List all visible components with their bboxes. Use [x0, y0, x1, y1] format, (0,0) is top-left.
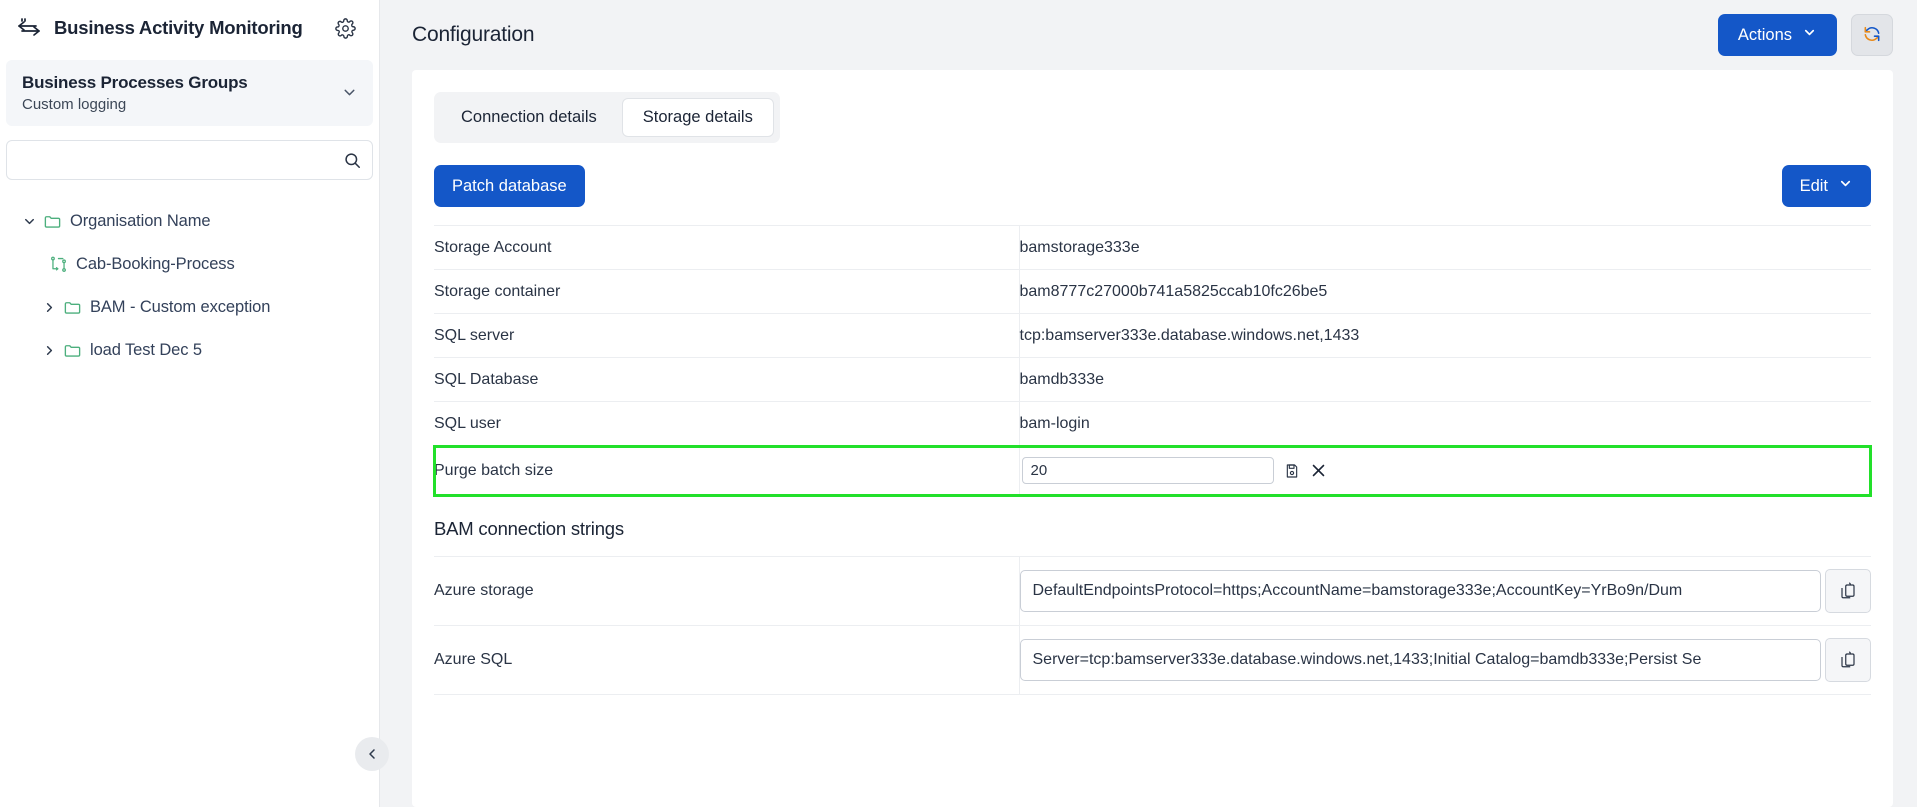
tree-item-bam-custom-exception[interactable]: BAM - Custom exception [0, 286, 379, 329]
save-icon[interactable] [1284, 463, 1300, 479]
azure-sql-connection-input[interactable] [1019, 639, 1821, 681]
tree-item-label: load Test Dec 5 [90, 341, 202, 360]
row-key: Purge batch size [434, 445, 1020, 496]
business-process-group-selector[interactable]: Business Processes Groups Custom logging [6, 60, 373, 127]
process-tree: Organisation Name Cab-Booking-Process BA… [0, 200, 379, 372]
table-row: Storage container bam8777c27000b741a5825… [434, 269, 1871, 314]
edit-button[interactable]: Edit [1781, 165, 1871, 207]
tab-connection-details[interactable]: Connection details [440, 98, 618, 137]
row-key: Azure SQL [434, 625, 1020, 695]
row-key: SQL Database [434, 357, 1020, 402]
table-row: SQL user bam-login [434, 401, 1871, 446]
folder-icon [40, 211, 64, 233]
chevron-down-icon [1802, 25, 1817, 45]
toolbar: Patch database Edit [434, 165, 1871, 207]
app-root: Business Activity Monitoring Business Pr… [0, 0, 1917, 807]
group-title: Business Processes Groups [22, 73, 248, 92]
search-icon[interactable] [341, 149, 363, 171]
row-value [1019, 557, 1871, 626]
search-container [6, 140, 373, 181]
table-row: SQL Database bamdb333e [434, 357, 1871, 402]
tab-storage-details[interactable]: Storage details [621, 98, 774, 137]
table-row: Azure SQL [434, 625, 1871, 695]
row-value [1019, 626, 1871, 695]
table-row: Storage Account bamstorage333e [434, 225, 1871, 270]
folder-icon [60, 340, 84, 362]
refresh-icon [1862, 24, 1882, 47]
tree-item-label: Organisation Name [70, 212, 211, 231]
connection-string-group [1019, 638, 1871, 682]
row-value: bam8777c27000b741a5825ccab10fc26be5 [1019, 282, 1328, 300]
row-key: SQL user [434, 401, 1020, 446]
configuration-card: Connection details Storage details Patch… [412, 70, 1893, 807]
group-subtitle: Custom logging [22, 96, 127, 114]
sidebar: Business Activity Monitoring Business Pr… [0, 0, 389, 807]
table-row: SQL server tcp:bamserver333e.database.wi… [434, 313, 1871, 358]
row-key: Storage container [434, 269, 1020, 314]
tab-bar: Connection details Storage details [434, 92, 780, 143]
page-title: Configuration [412, 23, 535, 46]
bam-logo-icon [16, 15, 42, 41]
purge-batch-size-row: Purge batch size [433, 444, 1872, 497]
tree-item-label: BAM - Custom exception [90, 298, 271, 317]
storage-details-table: Storage Account bamstorage333e Storage c… [433, 225, 1872, 497]
row-value-editor [1019, 446, 1871, 496]
tree-item-cab-booking-process[interactable]: Cab-Booking-Process [0, 243, 379, 286]
row-value: bam-login [1019, 414, 1090, 432]
brand-title: Business Activity Monitoring [54, 17, 303, 38]
purge-batch-size-input[interactable] [1021, 457, 1274, 484]
process-icon [46, 254, 70, 276]
search-input[interactable] [6, 140, 373, 181]
row-value: bamstorage333e [1019, 238, 1140, 256]
actions-button-label: Actions [1737, 25, 1792, 44]
chevron-right-icon[interactable] [38, 340, 60, 362]
tree-item-load-test-dec-5[interactable]: load Test Dec 5 [0, 329, 379, 372]
folder-icon [60, 297, 84, 319]
row-key: Storage Account [434, 225, 1020, 270]
connection-strings-title: BAM connection strings [434, 518, 624, 539]
row-value: tcp:bamserver333e.database.windows.net,1… [1019, 326, 1360, 344]
chevron-down-icon [1838, 176, 1853, 196]
sidebar-collapse-button[interactable] [355, 737, 389, 771]
main-panel: Configuration Actions Connection details… [380, 0, 1917, 807]
page-header: Configuration Actions [380, 0, 1917, 70]
tree-item-organisation-name[interactable]: Organisation Name [0, 200, 379, 243]
chevron-down-icon[interactable] [18, 211, 40, 233]
chevron-right-icon[interactable] [38, 297, 60, 319]
close-icon[interactable] [1310, 462, 1327, 479]
copy-icon[interactable] [1825, 638, 1871, 682]
table-row: Azure storage [434, 556, 1871, 626]
refresh-button[interactable] [1851, 14, 1893, 56]
row-key: Azure storage [434, 556, 1020, 626]
row-key: SQL server [434, 313, 1020, 358]
connection-string-group [1019, 569, 1871, 613]
copy-icon[interactable] [1825, 569, 1871, 613]
gear-icon[interactable] [333, 16, 357, 40]
group-text: Business Processes Groups Custom logging [22, 72, 341, 113]
edit-button-label: Edit [1799, 176, 1828, 195]
chevron-down-icon[interactable] [341, 84, 359, 102]
tree-item-label: Cab-Booking-Process [76, 255, 235, 274]
patch-database-button[interactable]: Patch database [434, 165, 585, 207]
actions-button[interactable]: Actions [1717, 14, 1837, 56]
azure-storage-connection-input[interactable] [1019, 570, 1821, 612]
row-value: bamdb333e [1019, 370, 1105, 388]
inline-edit-group [1020, 457, 1872, 484]
connection-strings-table: Azure storage DefaultEndpointsProtocol=h… [434, 556, 1871, 695]
sidebar-brand: Business Activity Monitoring [0, 0, 379, 56]
